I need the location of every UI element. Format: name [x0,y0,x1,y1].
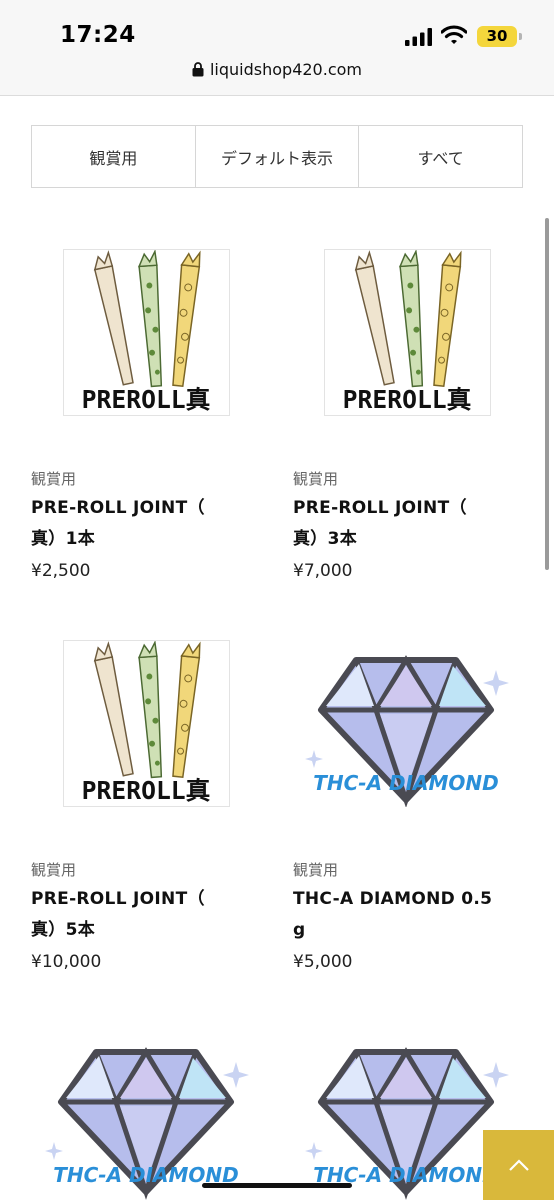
product-name[interactable]: PRE-ROLL JOINT（ 真）1本 [31,493,266,555]
battery-level: 30 [486,27,508,45]
product-name-line2: 真）1本 [31,529,96,549]
product-name-line1: THC-A DIAMOND 0.5 [293,889,493,909]
product-name[interactable]: PRE-ROLL JOINT（ 真）5本 [31,884,266,946]
product-category[interactable]: 観賞用 [293,859,338,880]
product-price: ¥5,000 [293,952,353,972]
tab-sort-default[interactable]: デフォルト表示 [196,126,360,187]
product-name[interactable]: THC-A DIAMOND 0.5 g [293,884,528,946]
product-image[interactable]: PREROLL真 [63,249,230,416]
home-indicator [202,1183,352,1188]
url-text: liquidshop420.com [209,60,362,79]
product-price: ¥7,000 [293,561,353,581]
product-image[interactable]: PREROLL真 [63,640,230,807]
battery-indicator: 30 [477,26,517,47]
url-bar[interactable]: liquidshop420.com [0,58,554,96]
chevron-up-icon [508,1159,529,1171]
scrollbar[interactable] [545,218,549,570]
product-name-line2: g [293,920,306,940]
url-display[interactable]: liquidshop420.com [0,60,554,79]
product-name-line1: PRE-ROLL JOINT（ [293,498,467,518]
product-name[interactable]: PRE-ROLL JOINT（ 真）3本 [293,493,528,555]
product-category[interactable]: 観賞用 [293,468,338,489]
tab-all[interactable]: すべて [359,126,522,187]
product-price: ¥2,500 [31,561,91,581]
product-category[interactable]: 観賞用 [31,468,76,489]
product-image[interactable]: THC-A DIAMOND [296,640,518,807]
product-image[interactable]: THC-A DIAMOND [36,1032,258,1200]
wifi-icon [441,25,467,44]
tab-category[interactable]: 観賞用 [32,126,196,187]
image-caption: PREROLL真 [343,385,472,414]
status-time: 17:24 [60,22,136,48]
product-name-line1: PRE-ROLL JOINT（ [31,498,205,518]
product-name-line1: PRE-ROLL JOINT（ [31,889,205,909]
image-caption: PREROLL真 [82,385,211,414]
product-name-line2: 真）5本 [31,920,96,940]
product-price: ¥10,000 [31,952,102,972]
image-caption: THC-A DIAMOND [313,771,499,795]
product-category[interactable]: 観賞用 [31,859,76,880]
lock-icon [192,62,204,77]
battery-tip [519,33,522,40]
product-name-line2: 真）3本 [293,529,358,549]
sort-tabs: 観賞用 デフォルト表示 すべて [31,125,523,188]
product-image[interactable]: PREROLL真 [324,249,491,416]
status-bar: 17:24 30 [0,0,554,58]
scroll-to-top-button[interactable] [483,1130,554,1200]
image-caption: PREROLL真 [82,776,211,805]
signal-icon [405,28,432,46]
